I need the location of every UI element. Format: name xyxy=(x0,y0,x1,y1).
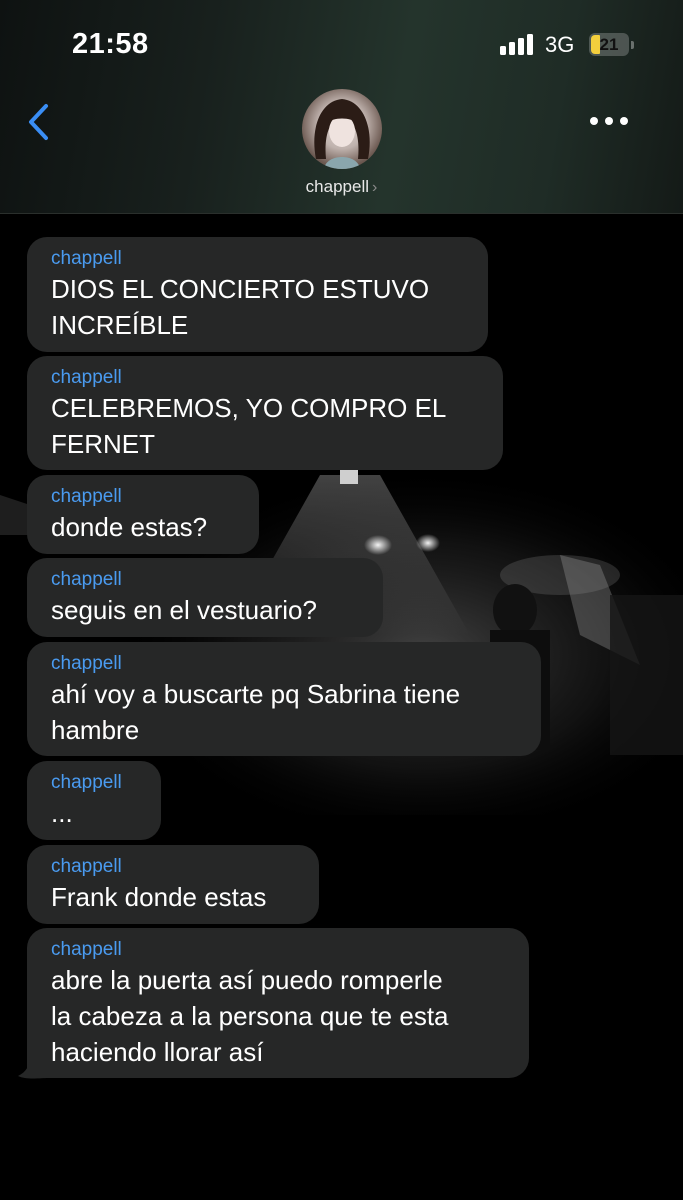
battery-icon: 21 xyxy=(589,33,629,56)
message-text: abre la puerta así puedo romperle la cab… xyxy=(51,965,449,1067)
ellipsis-icon xyxy=(590,117,598,125)
message-text: ahí voy a buscarte pq Sabrina tiene hamb… xyxy=(51,679,461,745)
message-bubble[interactable]: chappell CELEBREMOS, YO COMPRO EL FERNET xyxy=(27,356,503,470)
contact-avatar[interactable] xyxy=(302,89,382,169)
message-text: ... xyxy=(51,798,73,828)
contact-name: chappell xyxy=(305,177,369,196)
signal-icon xyxy=(500,33,534,55)
message-sender: chappell xyxy=(51,939,122,960)
message-sender: chappell xyxy=(51,248,122,269)
message-text: CELEBREMOS, YO COMPRO EL FERNET xyxy=(51,393,447,459)
message-bubble[interactable]: chappell donde estas? xyxy=(27,475,259,554)
message-bubble[interactable]: chappell ahí voy a buscarte pq Sabrina t… xyxy=(27,642,541,756)
message-sender: chappell xyxy=(51,772,122,793)
message-sender: chappell xyxy=(51,367,122,388)
message-sender: chappell xyxy=(51,653,122,674)
message-sender: chappell xyxy=(51,856,122,877)
message-bubble[interactable]: chappell abre la puerta así puedo romper… xyxy=(27,928,529,1078)
chat-header: 21:58 3G 21 chappell › xyxy=(0,0,683,214)
more-options-button[interactable] xyxy=(586,108,632,134)
network-type: 3G xyxy=(545,32,575,57)
battery-level-text: 21 xyxy=(599,35,619,54)
message-text: DIOS EL CONCIERTO ESTUVO INCREÍBLE xyxy=(51,274,430,340)
message-text: seguis en el vestuario? xyxy=(51,595,317,625)
message-text: Frank donde estas xyxy=(51,882,267,912)
contact-name-button[interactable]: chappell › xyxy=(0,177,683,197)
status-time: 21:58 xyxy=(72,28,149,60)
message-sender: chappell xyxy=(51,569,122,590)
message-text: donde estas? xyxy=(51,512,208,542)
bubble-tail xyxy=(18,1056,48,1079)
message-bubble[interactable]: chappell seguis en el vestuario? xyxy=(27,558,383,637)
back-button[interactable] xyxy=(22,100,58,144)
message-bubble[interactable]: chappell ... xyxy=(27,761,161,840)
chevron-left-icon xyxy=(29,104,48,140)
message-bubble[interactable]: chappell Frank donde estas xyxy=(27,845,319,924)
message-bubble[interactable]: chappell DIOS EL CONCIERTO ESTUVO INCREÍ… xyxy=(27,237,488,352)
message-sender: chappell xyxy=(51,486,122,507)
chevron-right-icon: › xyxy=(372,179,378,196)
